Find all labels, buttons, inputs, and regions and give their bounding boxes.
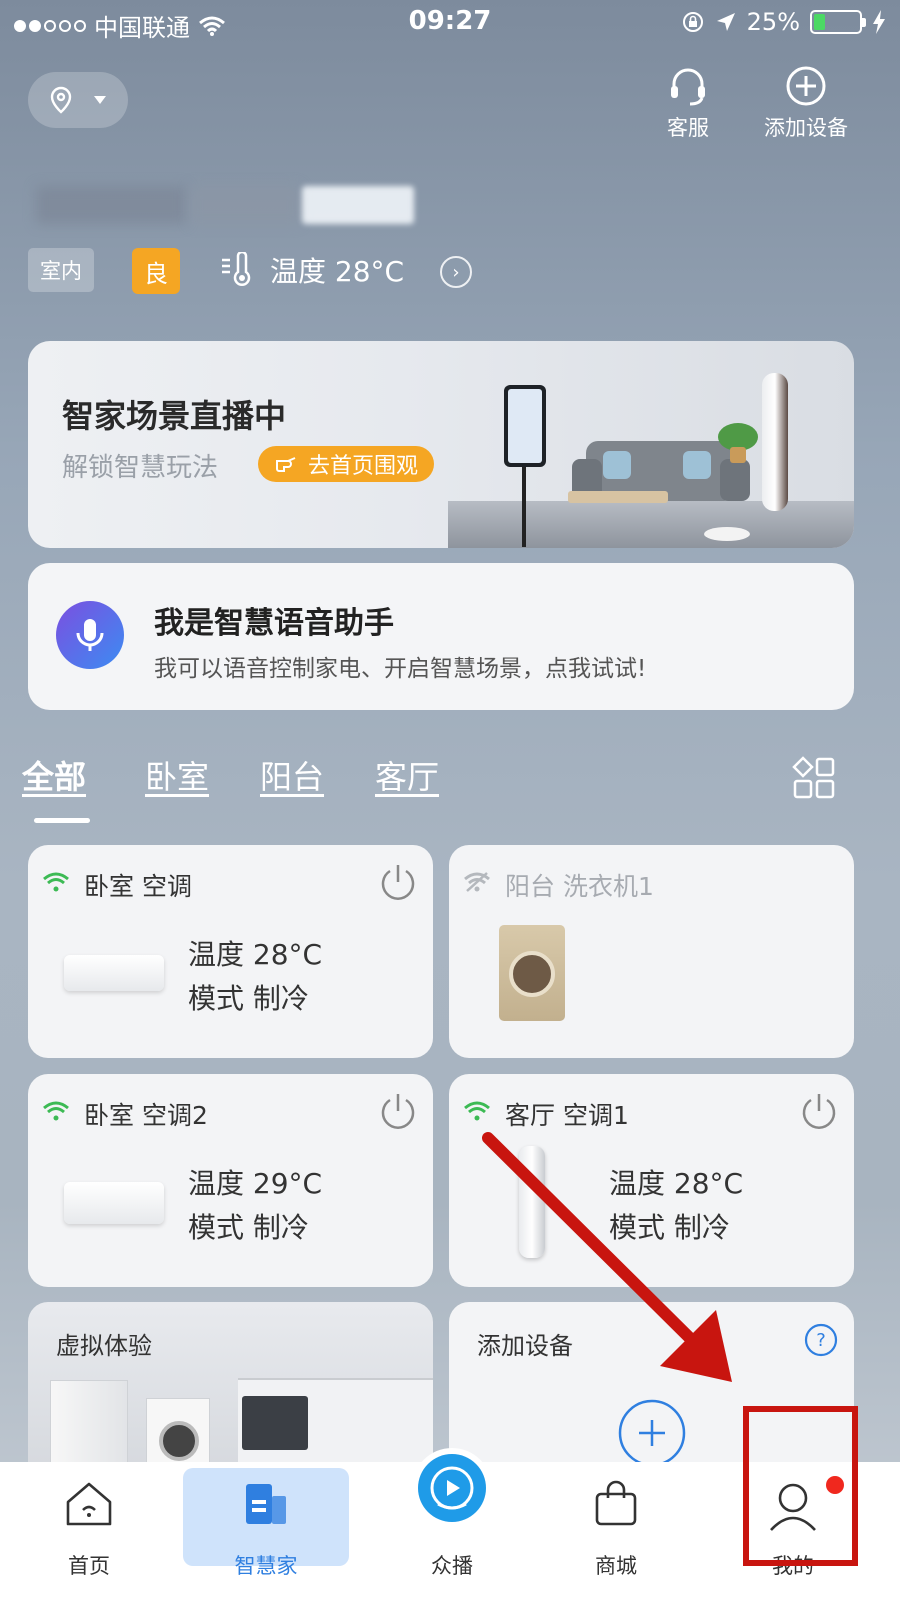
chevron-down-icon xyxy=(94,96,106,104)
cushion xyxy=(683,451,711,479)
help-icon[interactable]: ? xyxy=(803,1322,839,1358)
redacted-home-name xyxy=(36,186,186,224)
wifi-online-icon xyxy=(43,1101,69,1121)
customer-service-label: 客服 xyxy=(667,116,709,140)
location-pin-icon xyxy=(50,86,72,114)
banner-cta-button[interactable]: 去首页围观 xyxy=(258,446,435,482)
cushion xyxy=(603,451,631,479)
washing-machine-image xyxy=(499,925,565,1021)
battery-icon xyxy=(810,10,866,34)
oven-image xyxy=(242,1396,308,1450)
temperature-readout[interactable]: 温度 28°C xyxy=(220,250,404,290)
fridge-image xyxy=(50,1380,128,1472)
smart-home-icon xyxy=(246,1484,286,1524)
tab-all[interactable]: 全部 xyxy=(22,752,86,798)
grid-view-icon[interactable] xyxy=(792,756,836,800)
device-card-balcony-washer[interactable]: 阳台 洗衣机1 xyxy=(449,845,854,1058)
nav-mall[interactable]: 商城 xyxy=(531,1462,701,1600)
washer-image xyxy=(146,1398,210,1472)
wifi-online-icon xyxy=(43,872,69,892)
plus-circle-icon xyxy=(786,66,826,106)
home-icon xyxy=(66,1482,112,1526)
headset-icon xyxy=(671,68,705,106)
power-icon[interactable] xyxy=(798,1090,840,1132)
active-tab-indicator xyxy=(34,818,90,823)
redacted-home-name xyxy=(190,186,300,224)
plant-pot xyxy=(730,447,746,463)
status-right: 25% xyxy=(681,8,886,36)
status-bar: 中国联通 09:27 25% xyxy=(0,0,900,46)
device-mode: 模式 制冷 xyxy=(188,982,309,1015)
banner-subtitle: 解锁智慧玩法 xyxy=(62,453,219,483)
annotation-arrow xyxy=(482,1132,732,1382)
tripod xyxy=(522,467,526,547)
thermometer-icon xyxy=(222,252,251,286)
power-icon[interactable] xyxy=(377,861,419,903)
add-device-header-button[interactable]: 添加设备 xyxy=(760,64,852,142)
wall-ac-image xyxy=(64,955,164,991)
location-arrow-icon xyxy=(716,13,735,31)
voice-assistant-title: 我是智慧语音助手 xyxy=(154,606,394,641)
device-mode: 模式 制冷 xyxy=(188,1211,309,1244)
air-quality-badge: 良 xyxy=(132,248,180,294)
location-selector[interactable] xyxy=(28,72,128,128)
virtual-experience-title: 虚拟体验 xyxy=(56,1332,152,1360)
tab-living-room[interactable]: 客厅 xyxy=(375,752,439,798)
nav-smart-home[interactable]: 智慧家 xyxy=(181,1462,351,1600)
virtual-experience-card[interactable]: 虚拟体验 xyxy=(28,1302,433,1472)
sofa-arm xyxy=(720,459,750,501)
device-card-bedroom-ac[interactable]: 卧室 空调 温度 28°C 模式 制冷 xyxy=(28,845,433,1058)
charging-bolt-icon xyxy=(873,10,885,34)
shopping-bag-icon xyxy=(595,1480,637,1526)
nav-home[interactable]: 首页 xyxy=(4,1462,174,1600)
nav-smart-home-label: 智慧家 xyxy=(234,1554,298,1578)
customer-service-button[interactable]: 客服 xyxy=(656,64,720,142)
voice-assistant-card[interactable]: 我是智慧语音助手 我可以语音控制家电、开启智慧场景，点我试试! xyxy=(28,563,854,710)
indoor-badge: 室内 xyxy=(28,248,94,292)
microphone-icon xyxy=(56,601,124,669)
device-name: 卧室 空调2 xyxy=(84,1101,208,1130)
temperature-text: 温度 28°C xyxy=(270,255,405,288)
broadcast-button[interactable] xyxy=(412,1448,492,1528)
wifi-online-icon xyxy=(464,1101,490,1121)
voice-assistant-subtitle: 我可以语音控制家电、开启智慧场景，点我试试! xyxy=(154,656,647,682)
device-card-bedroom-ac2[interactable]: 卧室 空调2 温度 29°C 模式 制冷 xyxy=(28,1074,433,1287)
svg-text:?: ? xyxy=(816,1330,826,1351)
coffee-table xyxy=(568,491,668,503)
device-name: 阳台 洗衣机1 xyxy=(505,872,654,901)
robot-vacuum xyxy=(704,527,750,541)
device-temperature: 温度 28°C xyxy=(188,938,323,971)
phone-illustration xyxy=(504,385,546,467)
nav-broadcast-label: 众播 xyxy=(431,1554,473,1578)
tab-bedroom[interactable]: 卧室 xyxy=(145,752,209,798)
banner-floor xyxy=(448,501,854,548)
add-device-plus-icon[interactable] xyxy=(617,1398,687,1468)
device-name: 卧室 空调 xyxy=(84,872,192,901)
annotation-highlight-box xyxy=(743,1406,858,1566)
redacted-home-name xyxy=(302,186,414,224)
live-scene-banner[interactable]: 智家场景直播中 解锁智慧玩法 去首页围观 xyxy=(28,341,854,548)
rotation-lock-icon xyxy=(682,12,703,32)
wall-ac-image xyxy=(64,1182,164,1224)
broadcast-icon xyxy=(418,1454,486,1522)
power-icon[interactable] xyxy=(377,1090,419,1132)
nav-mall-label: 商城 xyxy=(595,1554,637,1578)
nav-home-label: 首页 xyxy=(68,1554,110,1578)
tab-balcony[interactable]: 阳台 xyxy=(260,752,324,798)
add-device-header-label: 添加设备 xyxy=(764,116,848,140)
banner-title: 智家场景直播中 xyxy=(62,397,287,435)
banner-cta-label: 去首页围观 xyxy=(308,454,419,479)
tower-ac-illustration xyxy=(762,373,788,511)
device-temperature: 温度 29°C xyxy=(188,1167,323,1200)
hand-point-icon xyxy=(276,457,296,472)
wifi-offline-icon xyxy=(464,872,490,892)
battery-percent: 25% xyxy=(746,8,800,36)
chevron-right-icon[interactable]: › xyxy=(440,256,472,288)
